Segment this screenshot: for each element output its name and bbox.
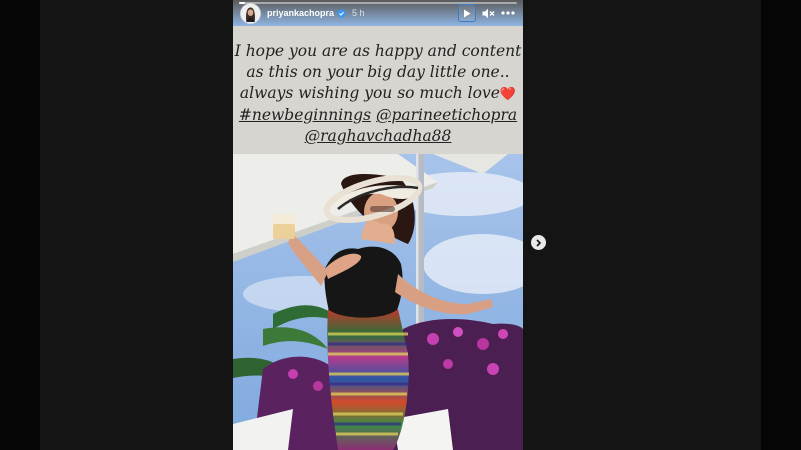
more-options-icon [501, 11, 515, 15]
story-controls [458, 4, 515, 22]
more-options-button[interactable] [501, 11, 515, 15]
hashtag-link[interactable]: #newbeginnings [239, 106, 371, 124]
story-timestamp: 5 h [352, 8, 365, 18]
caption-text: always wishing you so much love [239, 84, 500, 102]
caption-line-1: I hope you are as happy and content [234, 42, 522, 60]
story-progress-fill [239, 2, 245, 4]
caption-line-5: @raghavchadha88 [305, 126, 452, 147]
mention-link-raghavchadha88[interactable]: @raghavchadha88 [305, 127, 452, 145]
story-photo [233, 154, 523, 450]
avatar[interactable] [241, 3, 260, 23]
caption-line-2: as this on your big day little one.. [246, 63, 510, 81]
story-progress-bar [239, 2, 517, 4]
play-icon [464, 9, 471, 17]
caption-line-4: #newbeginnings @parineetichopra [239, 105, 517, 126]
story-card[interactable]: priyankachopra 5 h I hope you are as hap… [233, 0, 523, 450]
play-button[interactable] [458, 4, 476, 22]
speaker-muted-icon [482, 8, 495, 18]
verified-badge-icon [337, 8, 346, 18]
chevron-right-icon [536, 238, 542, 247]
left-letterbox [0, 0, 40, 450]
caption-line-3: always wishing you so much love❤️ [240, 83, 516, 105]
mention-link-parineetichopra[interactable]: @parineetichopra [376, 106, 517, 124]
username[interactable]: priyankachopra [267, 8, 334, 18]
next-story-button[interactable] [531, 235, 546, 250]
right-letterbox [761, 0, 801, 450]
story-caption: I hope you are as happy and content as t… [233, 26, 523, 154]
mute-button[interactable] [482, 8, 495, 19]
heart-emoji: ❤️ [499, 87, 517, 102]
